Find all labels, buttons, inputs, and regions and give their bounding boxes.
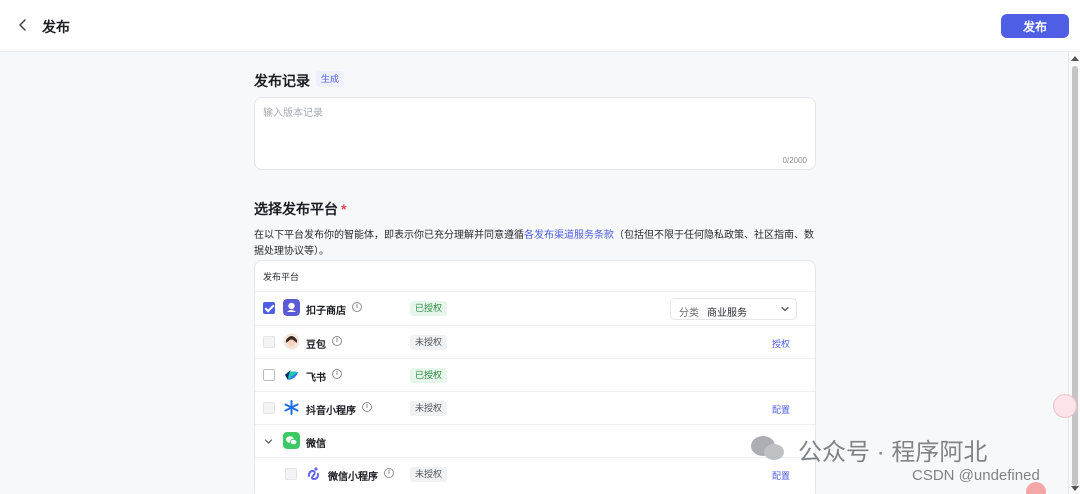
platform-row: 扣子商店 i 已授权 分类 商业服务 xyxy=(255,291,815,324)
desc-prefix: 在以下平台发布你的智能体，即表示你已充分理解并同意遵循 xyxy=(254,230,524,241)
page-title: 发布 xyxy=(42,19,70,35)
floating-badge[interactable] xyxy=(1026,482,1046,494)
release-notes-box: 0/2000 xyxy=(254,97,816,170)
floating-assistant-avatar[interactable] xyxy=(1053,394,1077,418)
category-select[interactable]: 分类 商业服务 xyxy=(670,298,797,320)
platform-checkbox xyxy=(285,468,297,480)
chevron-down-icon[interactable] xyxy=(264,437,273,446)
platform-checkbox xyxy=(263,336,275,348)
status-badge: 未授权 xyxy=(410,467,448,482)
platform-row: 微信小程序 i 未授权 配置 xyxy=(255,457,815,490)
platform-section-title-text: 选择发布平台 xyxy=(254,201,338,217)
back-arrow-icon[interactable] xyxy=(14,16,32,34)
required-mark: * xyxy=(341,201,347,217)
platform-name: 扣子商店 xyxy=(306,306,346,317)
platform-row: 飞书 i 已授权 xyxy=(255,358,815,391)
status-badge: 未授权 xyxy=(410,335,448,350)
category-value: 商业服务 xyxy=(707,308,747,319)
doubao-avatar-icon xyxy=(283,333,300,350)
status-badge: 未授权 xyxy=(410,401,448,416)
platform-name: 飞书 xyxy=(306,373,326,384)
status-badge: 已授权 xyxy=(410,368,448,383)
release-notes-input[interactable] xyxy=(263,104,803,156)
terms-link[interactable]: 各发布渠道服务条款 xyxy=(524,230,614,241)
scroll-up-arrow-icon[interactable] xyxy=(1071,56,1079,61)
release-notes-title: 发布记录 xyxy=(254,73,310,89)
chevron-down-icon xyxy=(781,306,789,312)
info-icon[interactable]: i xyxy=(332,336,342,346)
coze-store-icon xyxy=(283,299,300,316)
platform-name: 抖音小程序 xyxy=(306,406,356,417)
char-count: 0/2000 xyxy=(782,156,807,165)
info-icon[interactable]: i xyxy=(384,468,394,478)
wechat-miniapp-icon xyxy=(308,467,319,481)
douyin-miniapp-icon xyxy=(284,400,299,415)
platform-checkbox[interactable] xyxy=(263,369,275,381)
table-header: 发布平台 xyxy=(263,272,300,282)
platform-checkbox xyxy=(263,402,275,414)
info-icon[interactable]: i xyxy=(352,302,362,312)
platform-checkbox[interactable] xyxy=(263,302,275,314)
feishu-icon xyxy=(285,370,298,380)
platform-table: 发布平台 扣子商店 i 已授权 分类 商业服务 豆包 i 未授权 授权 飞书 i… xyxy=(254,260,816,494)
csdn-watermark: CSDN @undefined xyxy=(912,467,1040,484)
scroll-thumb[interactable] xyxy=(1072,66,1078,486)
wechat-watermark-icon xyxy=(751,436,784,460)
info-icon[interactable]: i xyxy=(362,402,372,412)
platform-row: 抖音小程序 i 未授权 配置 xyxy=(255,391,815,424)
platform-section-title: 选择发布平台 * xyxy=(254,199,346,219)
configure-link[interactable]: 配置 xyxy=(772,403,790,416)
platform-description: 在以下平台发布你的智能体，即表示你已充分理解并同意遵循各发布渠道服务条款（包括但… xyxy=(254,228,818,260)
publish-button[interactable]: 发布 xyxy=(1001,14,1069,38)
authorize-link[interactable]: 授权 xyxy=(772,337,790,350)
page-scrollbar[interactable] xyxy=(1068,52,1080,494)
platform-name: 豆包 xyxy=(306,340,326,351)
configure-link[interactable]: 配置 xyxy=(772,469,790,482)
info-icon[interactable]: i xyxy=(332,369,342,379)
platform-name: 微信 xyxy=(306,439,326,450)
watermark-text: 公众号 · 程序阿北 xyxy=(798,439,988,466)
platform-name: 微信小程序 xyxy=(328,472,378,483)
scroll-down-arrow-icon[interactable] xyxy=(1071,486,1079,491)
platform-row: 豆包 i 未授权 授权 xyxy=(255,325,815,358)
wechat-icon xyxy=(283,432,300,449)
status-badge: 已授权 xyxy=(410,301,448,316)
top-bar: 发布 发布 xyxy=(0,0,1080,52)
platform-group-row: 微信 xyxy=(255,424,815,457)
category-label: 分类 xyxy=(679,308,699,319)
generate-button[interactable]: 生成 xyxy=(316,71,345,87)
